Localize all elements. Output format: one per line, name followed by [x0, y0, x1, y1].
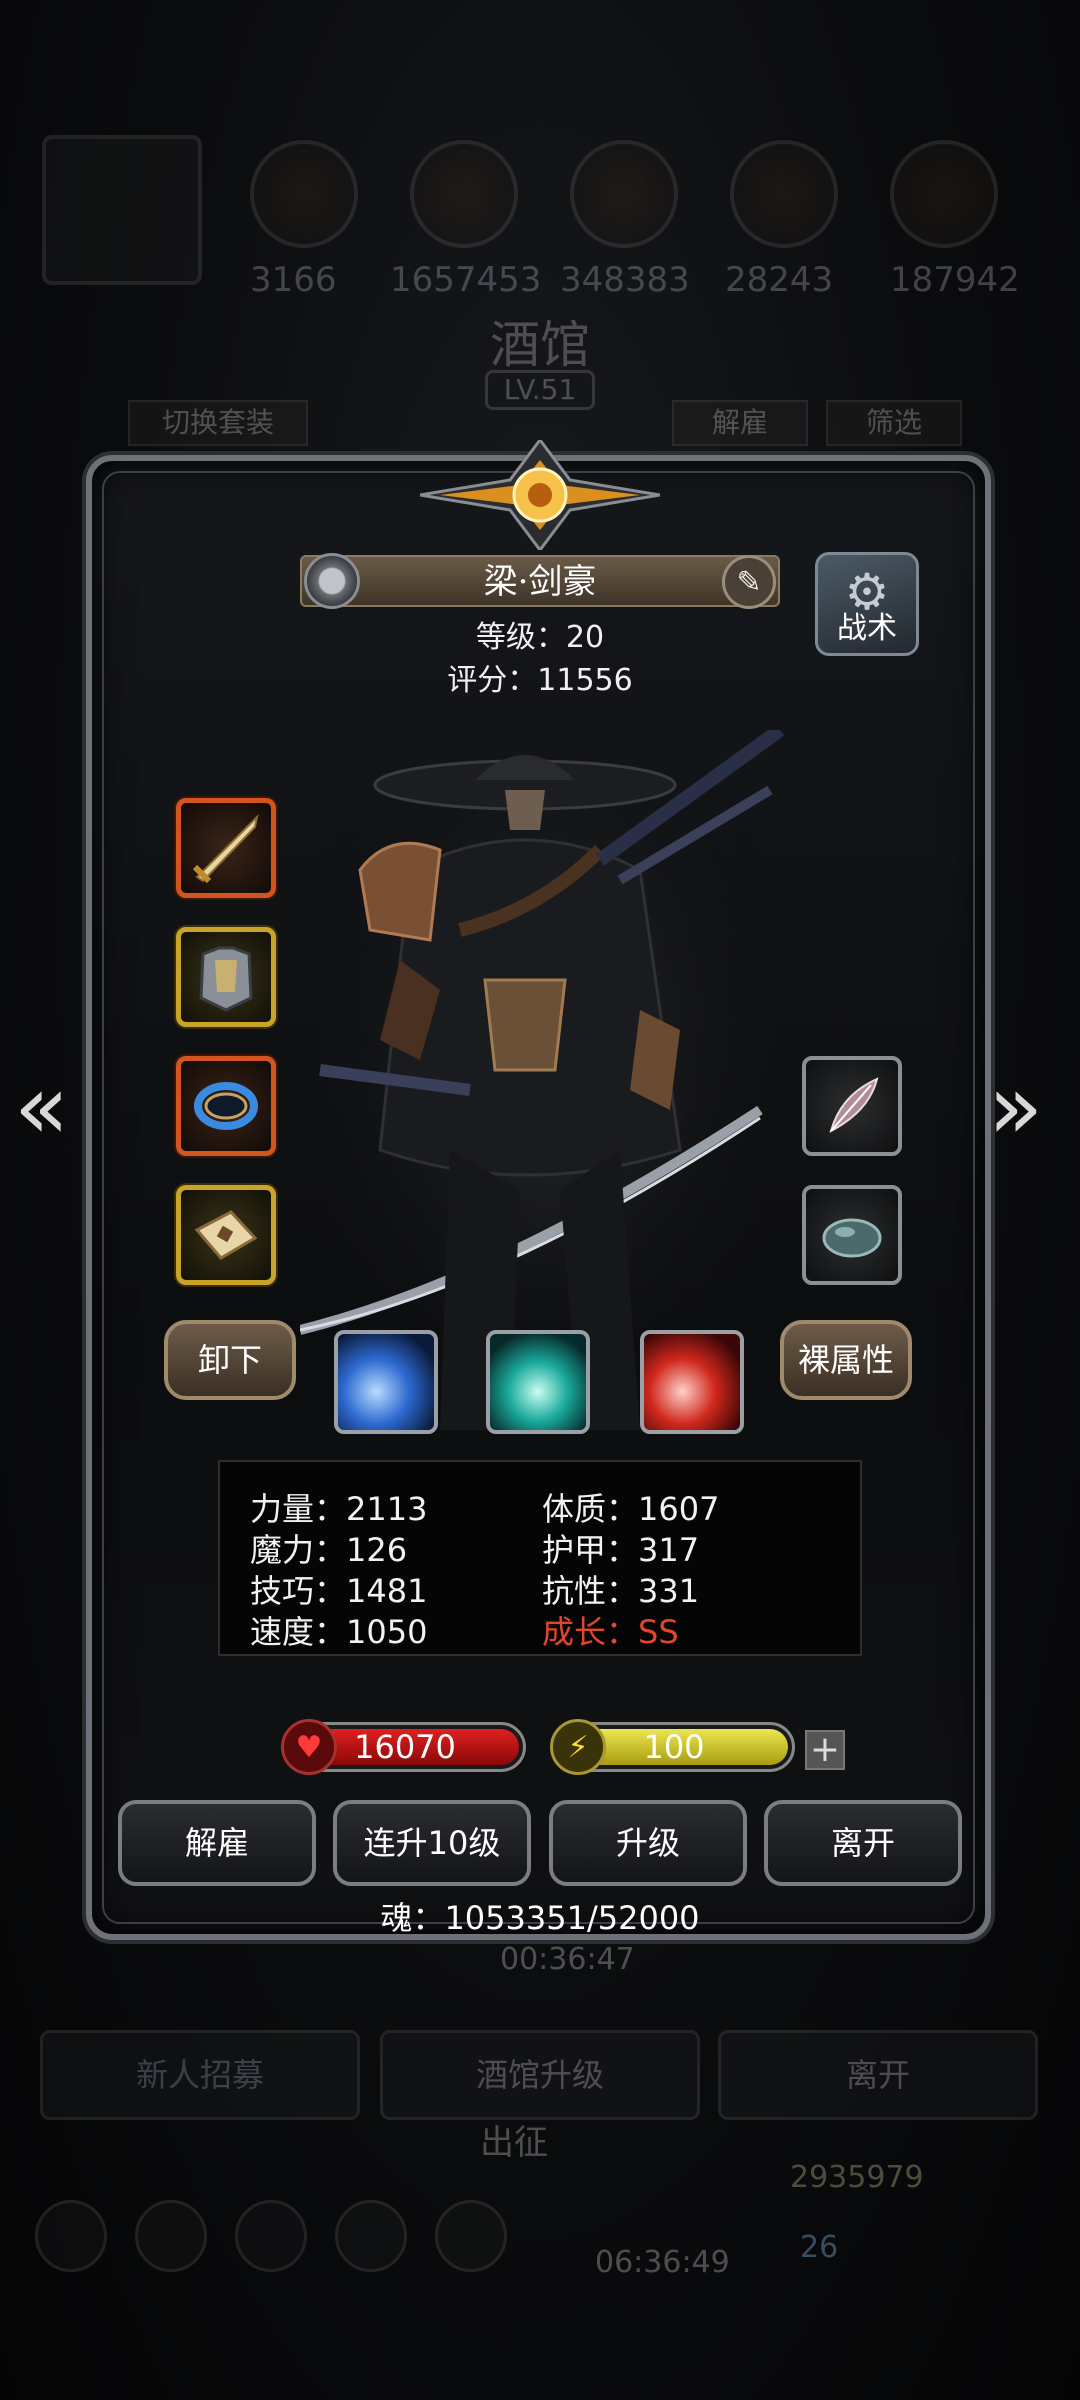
expedition-label: 出征	[480, 2123, 548, 2163]
energy-value: 100	[643, 1728, 705, 1766]
equip-slot-weapon[interactable]	[176, 798, 276, 898]
bracer-icon	[194, 1082, 258, 1130]
rename-edit-icon[interactable]: ✎	[722, 555, 776, 609]
dock-icon	[135, 2200, 207, 2272]
dock-icon	[235, 2200, 307, 2272]
level-up-button[interactable]: 升级	[549, 1800, 747, 1886]
unequip-button[interactable]: 卸下	[164, 1320, 296, 1400]
equip-slot-accessory[interactable]	[176, 1056, 276, 1156]
resource-value: 348383	[560, 260, 690, 300]
crest-emblem-icon	[420, 440, 660, 550]
skill-slash-red-icon[interactable]	[640, 1330, 744, 1434]
tavern-title: 酒馆	[490, 316, 590, 374]
stat-constitution: 体质：1607	[542, 1490, 720, 1528]
equip-slot-armor[interactable]	[176, 927, 276, 1027]
stat-speed: 速度：1050	[250, 1613, 428, 1651]
medal-icon[interactable]	[304, 553, 360, 609]
skill-slash-blue-icon[interactable]	[334, 1330, 438, 1434]
stats-panel: 力量：2113 魔力：126 技巧：1481 速度：1050 体质：1607 护…	[218, 1460, 862, 1656]
hero-level: 等级：20	[475, 620, 605, 655]
next-hero-arrow-icon[interactable]: »	[988, 1055, 1043, 1160]
dock-icon	[35, 2200, 107, 2272]
switch-set-button: 切换套装	[128, 400, 308, 446]
timer-top: 00:36:47	[500, 1942, 635, 1977]
bg-filter-button: 筛选	[826, 400, 962, 446]
stat-growth: 成长：SS	[542, 1613, 679, 1651]
gold-value: 2935979	[790, 2160, 924, 2195]
stat-skill: 技巧：1481	[250, 1572, 428, 1610]
bg-dismiss-button: 解雇	[672, 400, 808, 446]
recruit-button: 新人招募	[40, 2030, 360, 2120]
level-up-10-button[interactable]: 连升10级	[333, 1800, 531, 1886]
resource-value: 187942	[890, 260, 1020, 300]
dismiss-button[interactable]: 解雇	[118, 1800, 316, 1886]
add-energy-button[interactable]: +	[805, 1730, 845, 1770]
skill-slash-cyan-icon[interactable]	[486, 1330, 590, 1434]
leave-button[interactable]: 离开	[764, 1800, 962, 1886]
sword-icon	[192, 813, 259, 884]
naked-attributes-button[interactable]: 裸属性	[780, 1320, 912, 1400]
stone-icon	[822, 1218, 882, 1258]
equip-slot-feather[interactable]	[802, 1056, 902, 1156]
scroll-icon	[194, 1210, 258, 1260]
resource-icon	[410, 140, 518, 248]
dock-icon	[435, 2200, 507, 2272]
timer-bottom: 06:36:49	[595, 2245, 730, 2280]
stat-resistance: 抗性：331	[542, 1572, 700, 1610]
gem-value: 26	[800, 2230, 839, 2265]
resource-value: 28243	[725, 260, 834, 300]
hp-bar: ♥ 16070	[281, 1719, 526, 1775]
equip-slot-scroll[interactable]	[176, 1185, 276, 1285]
stat-armor: 护甲：317	[542, 1531, 700, 1569]
resource-icon	[250, 140, 358, 248]
resource-icon	[890, 140, 998, 248]
player-portrait	[42, 135, 202, 285]
soul-counter: 魂：1053351/52000	[380, 1899, 700, 1937]
tavern-upgrade-button: 酒馆升级	[380, 2030, 700, 2120]
hero-name-bar: 梁·剑豪 ✎	[300, 553, 780, 609]
hero-name: 梁·剑豪	[483, 562, 597, 602]
hp-value: 16070	[354, 1728, 456, 1766]
feather-icon	[829, 1077, 879, 1133]
tavern-level: LV.51	[485, 370, 595, 410]
resource-icon	[730, 140, 838, 248]
hero-score: 评分：11556	[447, 663, 633, 698]
stat-magic: 魔力：126	[250, 1531, 408, 1569]
stat-strength: 力量：2113	[250, 1490, 428, 1528]
dock-icon	[335, 2200, 407, 2272]
resource-icon	[570, 140, 678, 248]
resource-value: 1657453	[390, 260, 542, 300]
previous-hero-arrow-icon[interactable]: «	[14, 1055, 69, 1160]
bg-leave-button: 离开	[718, 2030, 1038, 2120]
armor-icon	[199, 946, 253, 1012]
equip-slot-stone[interactable]	[802, 1185, 902, 1285]
resource-value: 3166	[250, 260, 337, 300]
energy-bar: ⚡ 100	[550, 1719, 795, 1775]
